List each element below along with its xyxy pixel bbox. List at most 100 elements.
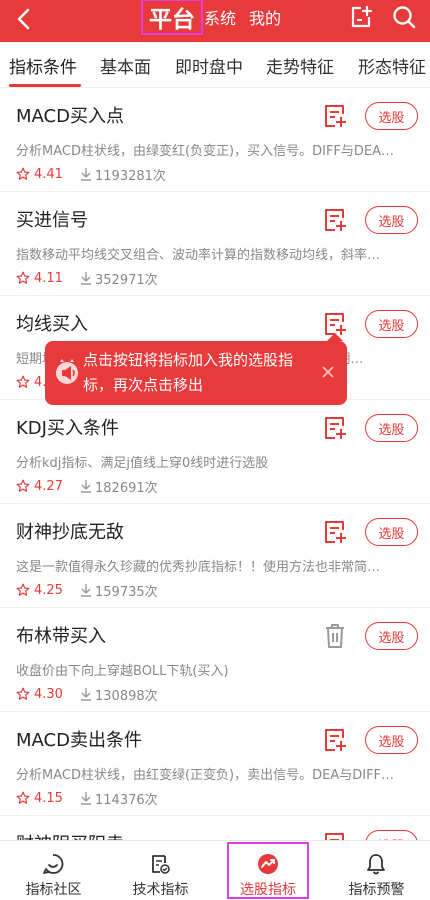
select-stock-button[interactable]: 选股 <box>365 622 418 650</box>
add-to-my-indicators-button[interactable] <box>321 206 349 234</box>
item-usage-count: 130898次 <box>80 685 158 704</box>
stock-pick-icon <box>258 854 278 874</box>
megaphone-icon <box>56 359 78 384</box>
remove-from-my-indicators-button[interactable] <box>321 622 349 650</box>
nav-label: 指标社区 <box>25 882 82 898</box>
bottom-navigation: 指标社区 技术指标 选股指标 指标预警 <box>0 840 430 900</box>
download-icon <box>81 272 91 285</box>
add-to-my-indicators-button[interactable] <box>321 830 349 840</box>
select-stock-button[interactable]: 选股 <box>365 206 418 234</box>
star-icon <box>16 271 30 284</box>
download-icon <box>81 480 91 493</box>
star-icon <box>16 791 30 804</box>
close-icon <box>322 366 334 378</box>
subtab-pattern-features[interactable]: 形态特征 <box>358 42 426 87</box>
select-stock-button[interactable]: 选股 <box>365 414 418 442</box>
subtab-trend-features[interactable]: 走势特征 <box>266 42 334 87</box>
list-item[interactable]: MACD买入点 选股 分析MACD柱状线，由绿变红(负变正)，买入信号。DIFF… <box>0 88 430 192</box>
item-usage-count: 1193281次 <box>80 165 166 184</box>
tab-mine[interactable]: 我的 <box>249 0 281 34</box>
item-description: 分析MACD柱状线，由红变绿(正变负)，卖出信号。DEA与DIFF… <box>16 768 395 783</box>
rating-value: 4.25 <box>34 582 63 598</box>
nav-label: 技术指标 <box>132 882 189 898</box>
select-stock-button[interactable]: 选股 <box>365 310 418 338</box>
trash-icon <box>326 624 344 648</box>
add-note-icon <box>325 833 344 840</box>
add-note-icon <box>325 729 346 751</box>
download-icon <box>81 688 91 701</box>
item-description: 指数移动平均线交叉组合、波动率计算的指数移动均线，斜率… <box>16 248 381 263</box>
star-icon <box>16 375 30 388</box>
usage-count-value: 352971次 <box>95 272 158 288</box>
download-icon <box>81 168 91 181</box>
search-icon <box>393 6 416 29</box>
item-description: 分析kdj指标、满足j值线上穿0线时进行选股 <box>16 456 269 471</box>
usage-count-value: 130898次 <box>95 688 158 704</box>
item-description: 这是一款值得永久珍藏的优秀抄底指标！！使用方法也非常简… <box>16 560 381 575</box>
add-to-my-indicators-button[interactable] <box>321 102 349 130</box>
nav-stock-pick-indicators[interactable]: 选股指标 <box>226 841 310 900</box>
select-stock-button[interactable]: 选股 <box>365 726 418 754</box>
rating-value: 4.27 <box>34 478 63 494</box>
select-stock-button[interactable]: 选股 <box>365 102 418 130</box>
tab-platform[interactable]: 平台 <box>141 0 203 35</box>
add-to-my-indicators-button[interactable] <box>321 518 349 546</box>
tooltip-close-button[interactable] <box>317 361 339 383</box>
add-note-icon <box>351 5 373 28</box>
list-item[interactable]: 财神抄底无敌 选股 这是一款值得永久珍藏的优秀抄底指标！！使用方法也非常简… 4… <box>0 504 430 608</box>
item-title: 买进信号 <box>16 210 88 231</box>
usage-count-value: 182691次 <box>95 480 158 496</box>
rating-value: 4.30 <box>34 686 63 702</box>
usage-count-value: 1193281次 <box>95 168 166 184</box>
item-usage-count: 352971次 <box>80 269 158 288</box>
usage-count-value: 114376次 <box>95 792 158 808</box>
item-usage-count: 182691次 <box>80 477 158 496</box>
star-icon <box>16 583 30 596</box>
indicator-icon <box>152 855 170 874</box>
nav-label: 选股指标 <box>240 882 296 898</box>
list-item[interactable]: KDJ买入条件 选股 分析kdj指标、满足j值线上穿0线时进行选股 4.27 1… <box>0 400 430 504</box>
back-button[interactable] <box>8 4 38 34</box>
item-title: 布林带买入 <box>16 626 106 647</box>
community-icon <box>43 854 64 874</box>
item-usage-count: 114376次 <box>80 789 158 808</box>
list-item[interactable]: 布林带买入 选股 收盘价由下向上穿越BOLL下轨(买入) 4.30 130898… <box>0 608 430 712</box>
rating-value: 4.41 <box>34 166 63 182</box>
bell-icon <box>367 854 385 875</box>
star-icon <box>16 687 30 700</box>
top-bar: 平台 系统 我的 <box>0 0 430 42</box>
subtab-indicator-conditions[interactable]: 指标条件 <box>9 42 77 87</box>
tooltip-arrow <box>327 333 343 341</box>
add-to-my-indicators-button[interactable] <box>321 414 349 442</box>
item-description: 收盘价由下向上穿越BOLL下轨(买入) <box>16 664 229 679</box>
item-title: MACD卖出条件 <box>16 730 142 751</box>
item-rating: 4.41 <box>16 165 63 183</box>
add-to-my-indicators-button[interactable] <box>321 726 349 754</box>
download-icon <box>81 584 91 597</box>
star-icon <box>16 167 30 180</box>
list-item[interactable]: 买进信号 选股 指数移动平均线交叉组合、波动率计算的指数移动均线，斜率… 4.1… <box>0 192 430 296</box>
tab-system[interactable]: 系统 <box>204 0 236 34</box>
item-title: 财神阴买阳卖 <box>16 830 124 840</box>
nav-indicator-alerts[interactable]: 指标预警 <box>323 841 430 900</box>
tooltip-text: 点击按钮将指标加入我的选股指标，再次点击移出 <box>83 351 294 394</box>
subtab-fundamentals[interactable]: 基本面 <box>100 42 151 87</box>
list-item[interactable]: 财神阴买阳卖 选股 <box>0 816 430 840</box>
item-usage-count: 159735次 <box>80 581 158 600</box>
rating-value: 4.11 <box>34 270 63 286</box>
item-title: KDJ买入条件 <box>16 418 119 439</box>
select-stock-button[interactable]: 选股 <box>365 518 418 546</box>
list-item[interactable]: MACD卖出条件 选股 分析MACD柱状线，由红变绿(正变负)，卖出信号。DEA… <box>0 712 430 816</box>
nav-technical-indicators[interactable]: 技术指标 <box>107 841 214 900</box>
add-note-button[interactable] <box>346 2 376 32</box>
indicator-list: MACD买入点 选股 分析MACD柱状线，由绿变红(负变正)，买入信号。DIFF… <box>0 88 430 840</box>
usage-count-value: 159735次 <box>95 584 158 600</box>
item-rating: 4.30 <box>16 685 63 703</box>
active-tab-indicator <box>9 84 81 87</box>
search-button[interactable] <box>389 2 419 32</box>
select-stock-button[interactable]: 选股 <box>365 830 418 840</box>
star-icon <box>16 479 30 492</box>
nav-indicator-community[interactable]: 指标社区 <box>0 841 107 900</box>
add-note-icon <box>325 105 346 127</box>
subtab-intraday[interactable]: 即时盘中 <box>175 42 243 87</box>
